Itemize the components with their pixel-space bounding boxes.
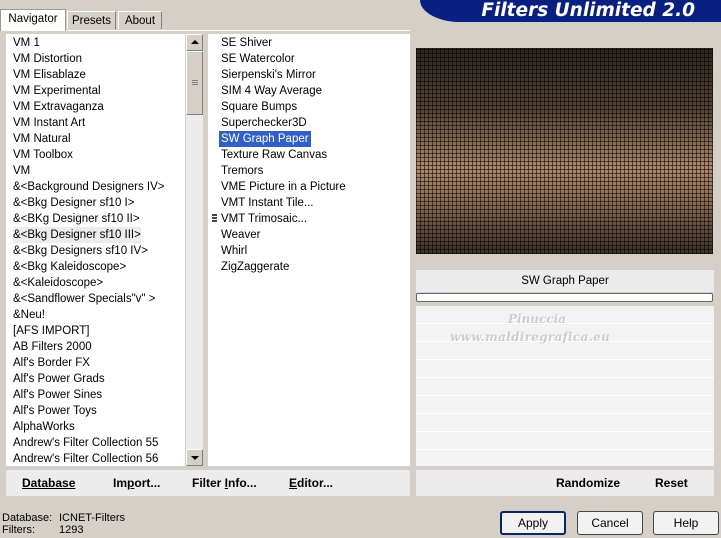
- status-filters: Filters: 1293: [2, 524, 84, 536]
- filter-list-item[interactable]: VME Picture in a Picture: [221, 179, 346, 195]
- category-list-item[interactable]: VM Natural: [13, 131, 71, 147]
- filter-list-item[interactable]: Texture Raw Canvas: [221, 147, 327, 163]
- category-list-item[interactable]: VM: [13, 163, 30, 179]
- filters-count: 1293: [59, 524, 84, 536]
- filter-list-item[interactable]: Superchecker3D: [221, 115, 307, 131]
- filter-list-item[interactable]: SE Shiver: [221, 35, 272, 51]
- randomize-button[interactable]: Randomize: [556, 470, 620, 496]
- watermark-name: Pinuccia: [508, 312, 566, 326]
- filter-list-item[interactable]: Whirl: [221, 243, 247, 259]
- filter-list-item[interactable]: ZigZaggerate: [221, 259, 289, 275]
- filter-list-item[interactable]: VMT Instant Tile...: [221, 195, 313, 211]
- grip-icon: [212, 214, 217, 216]
- category-list-item[interactable]: AlphaWorks: [13, 419, 75, 435]
- filter-list-item[interactable]: SIM 4 Way Average: [221, 83, 322, 99]
- category-list-item[interactable]: AB Filters 2000: [13, 339, 92, 355]
- editor-button[interactable]: Editor...: [289, 470, 333, 496]
- parameter-area: Pinuccia www.maldiregrafica.eu: [416, 306, 714, 466]
- category-list-item[interactable]: &<Bkg Designers sf10 IV>: [13, 243, 148, 259]
- category-list-item[interactable]: [AFS IMPORT]: [13, 323, 89, 339]
- import-button[interactable]: Import...: [113, 470, 160, 496]
- filter-list-item[interactable]: SE Watercolor: [221, 51, 295, 67]
- category-list-item[interactable]: &<Bkg Kaleidoscope>: [13, 259, 126, 275]
- scroll-thumb[interactable]: [186, 51, 203, 115]
- category-list-item[interactable]: Alf's Power Toys: [13, 403, 97, 419]
- category-list-item[interactable]: &<BKg Designer sf10 II>: [13, 211, 140, 227]
- tab-navigator[interactable]: Navigator: [0, 9, 66, 31]
- title-banner: Filters Unlimited 2.0: [420, 0, 721, 22]
- filter-list[interactable]: SE Shiver SE Watercolor Sierpenski's Mirro…: [208, 34, 410, 466]
- filter-list-item[interactable]: Square Bumps: [221, 99, 297, 115]
- category-list-item[interactable]: &<Bkg Designer sf10 III>: [13, 227, 141, 243]
- chevron-down-icon: [191, 456, 199, 460]
- tab-about[interactable]: About: [118, 11, 162, 29]
- watermark-url: www.maldiregrafica.eu: [450, 330, 611, 344]
- category-list-item[interactable]: &<Kaleidoscope>: [13, 275, 103, 291]
- database-button[interactable]: Database: [22, 470, 75, 496]
- category-list-item[interactable]: VM Distortion: [13, 51, 82, 67]
- help-button[interactable]: Help: [653, 511, 719, 535]
- filter-list-item[interactable]: VMT Trimosaic...: [221, 211, 307, 227]
- reset-button[interactable]: Reset: [655, 470, 688, 496]
- category-list-item[interactable]: Alf's Power Sines: [13, 387, 102, 403]
- category-list-item[interactable]: Alf's Power Grads: [13, 371, 105, 387]
- tab-presets[interactable]: Presets: [67, 11, 116, 29]
- category-list-item[interactable]: Alf's Border FX: [13, 355, 90, 371]
- category-list-item[interactable]: &<Background Designers IV>: [13, 179, 165, 195]
- category-list-item[interactable]: &<Bkg Designer sf10 I>: [13, 195, 134, 211]
- filter-list-item[interactable]: Sierpenski's Mirror: [221, 67, 316, 83]
- category-scrollbar[interactable]: [186, 34, 203, 466]
- category-list-item[interactable]: Andrew's Filter Collection 56: [13, 451, 158, 466]
- preview-image: [416, 48, 713, 254]
- filter-list-item[interactable]: SW Graph Paper: [219, 131, 311, 147]
- category-list-item[interactable]: VM Experimental: [13, 83, 101, 99]
- cancel-button[interactable]: Cancel: [577, 511, 643, 535]
- apply-button[interactable]: Apply: [500, 511, 566, 535]
- category-list-item[interactable]: VM 1: [13, 35, 40, 51]
- category-list[interactable]: VM 1 VM Distortion VM Elisablaze VM Experim…: [6, 34, 185, 466]
- category-list-item[interactable]: &<Sandflower Specials"v" >: [13, 291, 155, 307]
- category-list-item[interactable]: &Neu!: [13, 307, 45, 323]
- filter-info-button[interactable]: Filter Info...: [192, 470, 257, 496]
- category-list-item[interactable]: Andrew's Filter Collection 55: [13, 435, 158, 451]
- scroll-down-button[interactable]: [186, 449, 203, 466]
- category-list-item[interactable]: VM Elisablaze: [13, 67, 86, 83]
- category-list-item[interactable]: VM Instant Art: [13, 115, 85, 131]
- filter-list-item[interactable]: Tremors: [221, 163, 263, 179]
- app-title: Filters Unlimited 2.0: [481, 0, 695, 21]
- scroll-up-button[interactable]: [186, 34, 203, 51]
- filter-list-item[interactable]: Weaver: [221, 227, 260, 243]
- progress-bar: [416, 293, 713, 302]
- category-list-item[interactable]: VM Toolbox: [13, 147, 73, 163]
- filter-name-label: SW Graph Paper: [416, 270, 714, 292]
- category-list-item[interactable]: VM Extravaganza: [13, 99, 104, 115]
- chevron-up-icon: [191, 40, 199, 44]
